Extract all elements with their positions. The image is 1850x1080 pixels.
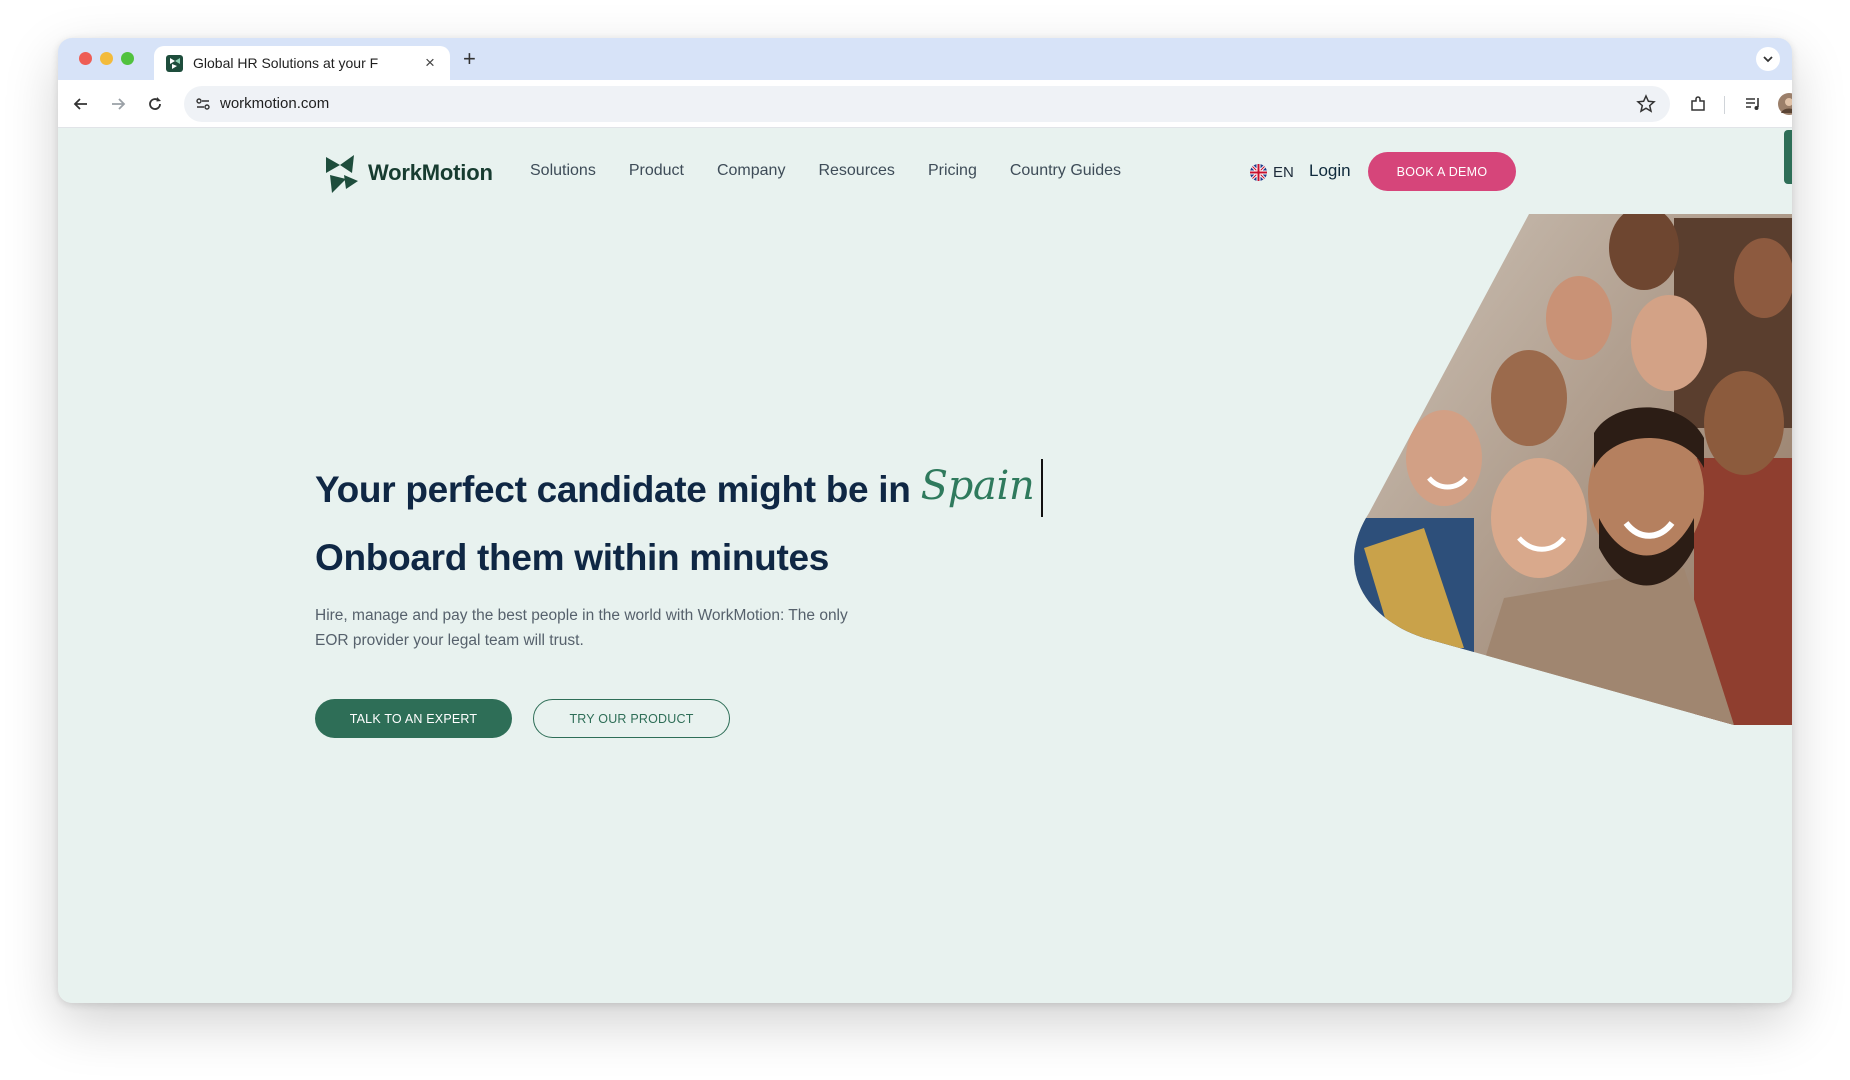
- tab-search-chevron-icon[interactable]: [1756, 47, 1780, 71]
- tab-title: Global HR Solutions at your F: [193, 55, 379, 71]
- extensions-puzzle-icon[interactable]: [1688, 94, 1708, 114]
- talk-to-expert-button[interactable]: TALK TO AN EXPERT: [315, 699, 512, 738]
- hero-group-photo: [1354, 214, 1792, 725]
- profile-avatar[interactable]: [1778, 93, 1792, 115]
- tab-strip: Global HR Solutions at your F × +: [58, 38, 1792, 80]
- maximize-window-button[interactable]: [121, 52, 134, 65]
- headline-line-2: Onboard them within minutes: [315, 537, 830, 578]
- nav-item-solutions[interactable]: Solutions: [530, 162, 596, 180]
- nav-item-pricing[interactable]: Pricing: [928, 162, 977, 180]
- nav-item-country-guides[interactable]: Country Guides: [1010, 162, 1121, 180]
- browser-window: Global HR Solutions at your F × + workmo…: [58, 38, 1792, 1003]
- headline-line-1: Your perfect candidate might be in Spain: [315, 459, 1075, 520]
- workmotion-logo-mark-icon: [326, 155, 358, 193]
- headline-country: Spain: [920, 463, 1035, 509]
- brand-name: WorkMotion: [368, 160, 493, 185]
- url-text: workmotion.com: [220, 95, 330, 112]
- headline-prefix: Your perfect candidate might be in: [315, 469, 911, 510]
- browser-tab-active[interactable]: Global HR Solutions at your F ×: [154, 46, 450, 80]
- nav-item-company[interactable]: Company: [717, 162, 785, 180]
- address-bar[interactable]: workmotion.com: [184, 86, 1670, 122]
- workmotion-favicon-icon: [166, 54, 183, 72]
- hero-description: Hire, manage and pay the best people in …: [315, 607, 848, 649]
- toolbar-divider: [1724, 96, 1725, 114]
- media-controls-icon[interactable]: [1743, 94, 1763, 114]
- bookmark-star-icon[interactable]: [1636, 94, 1656, 114]
- main-nav: Solutions Product Company Resources Pric…: [530, 162, 1154, 180]
- try-product-button[interactable]: TRY OUR PRODUCT: [533, 699, 730, 738]
- minimize-window-button[interactable]: [100, 52, 113, 65]
- close-window-button[interactable]: [79, 52, 92, 65]
- hero-headline: Your perfect candidate might be in Spain…: [315, 459, 1075, 588]
- nav-item-resources[interactable]: Resources: [818, 162, 894, 180]
- typing-caret: [1040, 459, 1043, 517]
- reload-icon[interactable]: [145, 94, 165, 114]
- new-tab-icon[interactable]: +: [463, 47, 476, 71]
- back-arrow-icon[interactable]: [71, 94, 91, 114]
- webpage: WorkMotion Solutions Product Company Res…: [58, 128, 1792, 1003]
- site-info-icon[interactable]: [194, 95, 212, 113]
- forward-arrow-icon[interactable]: [108, 94, 128, 114]
- nav-item-product[interactable]: Product: [629, 162, 684, 180]
- workmotion-logo[interactable]: WorkMotion: [322, 151, 493, 195]
- tab-close-icon[interactable]: ×: [421, 54, 439, 72]
- browser-toolbar: workmotion.com: [58, 80, 1792, 128]
